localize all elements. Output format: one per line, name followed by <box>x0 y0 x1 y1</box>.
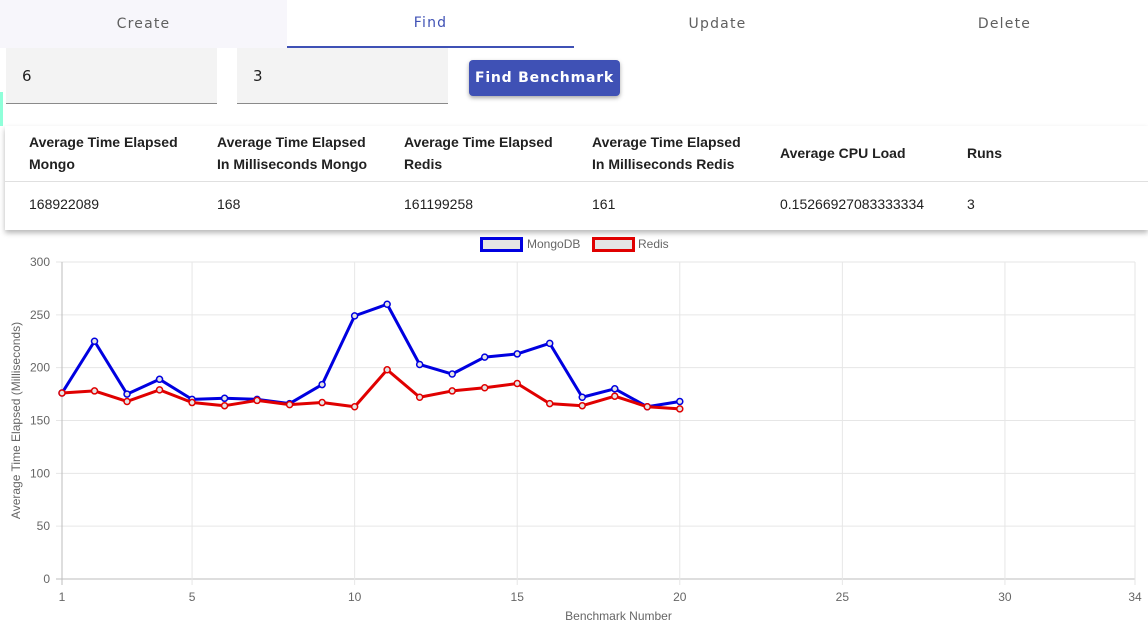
header-runs: Runs <box>967 145 1002 161</box>
header-avg-time-redis: Average Time Elapsed Redis <box>404 134 553 172</box>
x-tick-label: 1 <box>59 590 66 604</box>
data-point <box>513 379 521 388</box>
benchmark-number-input[interactable] <box>22 66 217 85</box>
cell-avg-time-mongo: 168922089 <box>29 196 100 212</box>
data-point <box>318 380 326 389</box>
header-avg-ms-mongo: Average Time Elapsed In Milliseconds Mong… <box>217 134 368 172</box>
runs-input[interactable] <box>253 66 448 85</box>
x-tick-label: 5 <box>189 590 196 604</box>
y-tick-label: 300 <box>30 255 50 269</box>
data-point <box>318 398 326 407</box>
legend-label: Redis <box>638 237 669 251</box>
y-axis-label: Average Time Elapsed (Milliseconds) <box>9 322 23 519</box>
y-tick-label: 0 <box>43 572 50 586</box>
data-point <box>90 337 99 345</box>
x-tick-label: 30 <box>998 590 1012 604</box>
runs-field[interactable] <box>237 48 448 104</box>
y-tick-label: 250 <box>30 308 50 322</box>
tab-find[interactable]: Find <box>287 0 574 48</box>
data-point <box>220 401 229 410</box>
left-edge-accent <box>0 92 3 126</box>
benchmark-line-chart: 0501001502002503001 5 10 15 20 25 30 34Benchmar… <box>9 237 1142 623</box>
data-point <box>188 398 196 407</box>
tab-bar: Create Find Update Delete <box>0 0 1148 48</box>
data-point <box>513 350 521 358</box>
data-point <box>448 387 456 395</box>
data-point <box>578 393 586 402</box>
data-point <box>285 400 294 409</box>
x-tick-label: 34 <box>1128 590 1142 604</box>
data-point <box>123 390 131 398</box>
x-tick-label: 20 <box>673 590 687 604</box>
tab-create[interactable]: Create <box>0 0 287 48</box>
data-point <box>545 339 554 348</box>
data-point <box>578 401 586 410</box>
legend-label: MongoDB <box>527 237 580 251</box>
data-point <box>545 399 554 408</box>
data-point <box>383 300 391 309</box>
x-axis-label: Benchmark Number <box>565 609 672 623</box>
cell-avg-ms-mongo: 168 <box>217 196 241 212</box>
data-point <box>480 383 489 392</box>
table-header-row: Average Time Elapsed Mongo Average Time E… <box>5 126 1148 182</box>
data-point <box>155 375 164 384</box>
data-point <box>123 397 131 406</box>
data-point <box>415 393 424 402</box>
legend-swatch <box>480 237 523 252</box>
find-benchmark-button[interactable]: Find Benchmark <box>469 60 620 96</box>
data-point <box>155 386 164 394</box>
y-tick-label: 150 <box>30 414 50 428</box>
header-avg-ms-redis: Average Time Elapsed In Milliseconds Redi… <box>592 134 741 172</box>
y-tick-label: 100 <box>30 466 50 480</box>
tab-delete[interactable]: Delete <box>861 0 1148 48</box>
x-tick-label: 25 <box>836 590 850 604</box>
cell-avg-ms-redis: 161 <box>592 196 616 212</box>
data-point <box>350 403 359 411</box>
data-point <box>676 397 684 406</box>
y-tick-label: 50 <box>37 519 51 533</box>
data-point <box>350 312 359 320</box>
y-tick-label: 200 <box>30 361 50 375</box>
results-table: Average Time Elapsed Mongo Average Time E… <box>5 126 1148 230</box>
tab-update[interactable]: Update <box>574 0 861 48</box>
legend-swatch <box>592 237 635 252</box>
data-point <box>253 396 261 405</box>
data-point <box>643 403 652 411</box>
data-point <box>220 394 229 403</box>
cell-runs: 3 <box>967 196 975 212</box>
cell-avg-cpu-load: 0.15266927083333334 <box>780 196 925 212</box>
data-point <box>90 387 99 395</box>
data-point <box>58 389 66 397</box>
data-point <box>415 360 424 369</box>
data-point <box>611 385 619 393</box>
data-point <box>448 370 456 378</box>
benchmark-number-field[interactable] <box>6 48 217 104</box>
data-point <box>383 366 391 374</box>
header-avg-cpu-load: Average CPU Load <box>780 145 906 161</box>
cell-avg-time-redis: 161199258 <box>404 196 474 212</box>
data-point <box>611 392 619 400</box>
x-tick-label: 15 <box>511 590 525 604</box>
data-point <box>480 353 489 361</box>
x-tick-label: 10 <box>348 590 362 604</box>
header-avg-time-mongo: Average Time Elapsed Mongo <box>29 134 178 172</box>
series-line <box>61 368 680 411</box>
data-point <box>676 405 684 413</box>
